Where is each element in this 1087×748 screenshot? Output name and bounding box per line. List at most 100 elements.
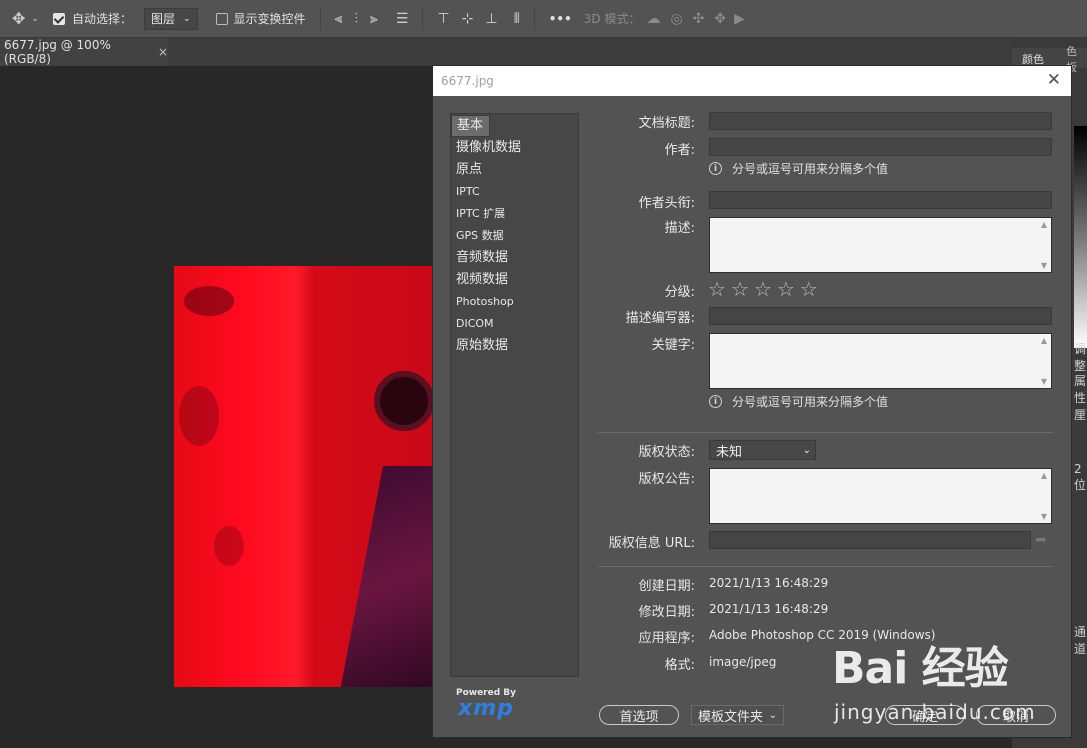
- author-input[interactable]: [709, 138, 1052, 156]
- auto-select-checkbox[interactable]: [52, 12, 65, 25]
- divider: [598, 432, 1053, 433]
- created-value: 2021/1/13 16:48:29: [709, 576, 829, 590]
- options-bar: ✥ ⌄ 自动选择： 图层 ⌄ 显示变换控件 ⫷ ⫶ ⫸ ☰ ⊤ ⊹ ⊥ ⦀ ••…: [0, 0, 1087, 38]
- image-texture: [179, 386, 219, 446]
- category-audio-data[interactable]: 音频数据: [451, 247, 578, 269]
- copyright-url-input[interactable]: [709, 531, 1031, 549]
- format-value: image/jpeg: [709, 655, 777, 669]
- camera-lens: [374, 371, 434, 431]
- 3d-roll-icon[interactable]: ◎: [670, 11, 682, 27]
- 3d-mode-label: 3D 模式：: [583, 12, 641, 26]
- star-icon[interactable]: ☆: [800, 278, 818, 300]
- category-origin[interactable]: 原点: [451, 159, 578, 181]
- category-photoshop[interactable]: Photoshop: [451, 291, 578, 313]
- description-textarea[interactable]: ▲ ▼: [709, 217, 1052, 273]
- copyright-notice-label: 版权公告:: [638, 472, 695, 487]
- xmp-logo-text: xmp: [458, 696, 514, 721]
- open-url-icon[interactable]: ➦: [1035, 532, 1047, 548]
- align-right-icon[interactable]: ⫸: [370, 11, 378, 27]
- distribute-icon[interactable]: ☰: [396, 11, 409, 27]
- panel-properties[interactable]: 属性: [1074, 372, 1087, 406]
- scroll-up-icon[interactable]: ▲: [1041, 336, 1047, 345]
- chevron-down-icon: ⌄: [182, 13, 191, 24]
- category-raw-data[interactable]: 原始数据: [451, 335, 578, 357]
- scrollbar[interactable]: ▲ ▼: [1039, 336, 1049, 386]
- doc-title-label: 文档标题:: [638, 116, 695, 131]
- panel-item: 2 位: [1074, 462, 1087, 492]
- star-icon[interactable]: ☆: [777, 278, 795, 300]
- desc-writer-label: 描述编写器:: [625, 311, 695, 326]
- category-list: 基本 摄像机数据 原点 IPTC IPTC 扩展 GPS 数据 音频数据 视频数…: [450, 113, 579, 677]
- author-hint: i 分号或逗号可用来分隔多个值: [709, 160, 888, 177]
- info-icon: i: [709, 395, 722, 408]
- scroll-down-icon[interactable]: ▼: [1041, 261, 1047, 270]
- chevron-down-icon: ⌄: [768, 709, 777, 721]
- distribute-v-icon[interactable]: ⦀: [514, 11, 520, 27]
- star-icon[interactable]: ☆: [731, 278, 749, 300]
- divider: [598, 566, 1053, 567]
- copyright-status-label: 版权状态:: [638, 445, 695, 460]
- 3d-orbit-icon[interactable]: ☁: [646, 11, 660, 27]
- scroll-up-icon[interactable]: ▲: [1041, 220, 1047, 229]
- document-tab-title: 6677.jpg @ 100%(RGB/8): [4, 38, 111, 66]
- copyright-status-value: 未知: [716, 444, 743, 460]
- show-transform-checkbox[interactable]: [215, 12, 228, 25]
- desc-writer-input[interactable]: [709, 307, 1052, 325]
- template-folder-dropdown[interactable]: 模板文件夹 ⌄: [691, 705, 784, 725]
- scroll-up-icon[interactable]: ▲: [1041, 471, 1047, 480]
- panel-adjustments[interactable]: 调整: [1074, 340, 1087, 374]
- copyright-notice-textarea[interactable]: ▲ ▼: [709, 468, 1052, 524]
- 3d-slide-icon[interactable]: ✥: [714, 11, 726, 27]
- rating-stars: ☆ ☆ ☆ ☆ ☆: [708, 278, 818, 300]
- scroll-down-icon[interactable]: ▼: [1041, 512, 1047, 521]
- scroll-down-icon[interactable]: ▼: [1041, 377, 1047, 386]
- doc-title-input[interactable]: [709, 112, 1052, 130]
- move-tool-icon[interactable]: ✥: [12, 9, 25, 28]
- preferences-button[interactable]: 首选项: [599, 705, 679, 725]
- canvas-image: [174, 266, 444, 687]
- author-hint-text: 分号或逗号可用来分隔多个值: [732, 162, 889, 176]
- copyright-url-label: 版权信息 URL:: [608, 536, 695, 551]
- align-hcenter-icon[interactable]: ⫶: [354, 11, 358, 27]
- align-top-icon[interactable]: ⊤: [437, 11, 449, 27]
- author-title-input[interactable]: [709, 191, 1052, 209]
- star-icon[interactable]: ☆: [708, 278, 726, 300]
- category-camera-data[interactable]: 摄像机数据: [451, 137, 578, 159]
- star-icon[interactable]: ☆: [754, 278, 772, 300]
- dialog-title: 6677.jpg: [441, 74, 494, 88]
- more-options-button[interactable]: •••: [549, 12, 572, 26]
- category-video-data[interactable]: 视频数据: [451, 269, 578, 291]
- show-transform-label: 显示变换控件: [233, 12, 306, 26]
- template-folder-label: 模板文件夹: [698, 709, 764, 725]
- close-icon[interactable]: ✕: [1047, 71, 1061, 89]
- category-basic[interactable]: 基本: [451, 115, 491, 137]
- close-tab-icon[interactable]: ×: [158, 45, 168, 59]
- scrollbar[interactable]: ▲ ▼: [1039, 220, 1049, 270]
- chevron-down-icon: ⌄: [802, 444, 811, 456]
- divider: [533, 7, 535, 30]
- scrollbar[interactable]: ▲ ▼: [1039, 471, 1049, 521]
- document-tab[interactable]: 6677.jpg @ 100%(RGB/8) ×: [0, 38, 168, 66]
- align-bottom-icon[interactable]: ⊥: [485, 11, 497, 27]
- divider: [319, 7, 321, 30]
- copyright-status-select[interactable]: 未知 ⌄: [709, 440, 816, 460]
- category-iptc[interactable]: IPTC: [451, 181, 578, 203]
- 3d-camera-icon[interactable]: ▶: [734, 11, 745, 27]
- category-iptc-extension[interactable]: IPTC 扩展: [451, 203, 578, 225]
- category-gps-data[interactable]: GPS 数据: [451, 225, 578, 247]
- application-label: 应用程序:: [638, 631, 695, 646]
- align-vcenter-icon[interactable]: ⊹: [462, 11, 474, 27]
- keywords-textarea[interactable]: ▲ ▼: [709, 333, 1052, 389]
- 3d-pan-icon[interactable]: ✣: [693, 11, 705, 27]
- person-silhouette: [339, 466, 444, 687]
- xmp-logo: Powered By xmp: [451, 688, 521, 720]
- panel-item: 厘: [1074, 408, 1087, 422]
- format-label: 格式:: [664, 658, 695, 673]
- chevron-down-icon[interactable]: ⌄: [31, 14, 39, 24]
- color-slider[interactable]: [1074, 126, 1087, 348]
- keywords-label: 关键字:: [651, 338, 695, 353]
- keywords-hint-text: 分号或逗号可用来分隔多个值: [732, 395, 889, 409]
- align-left-icon[interactable]: ⫷: [335, 11, 343, 27]
- category-dicom[interactable]: DICOM: [451, 313, 578, 335]
- auto-select-dropdown[interactable]: 图层 ⌄: [143, 7, 198, 30]
